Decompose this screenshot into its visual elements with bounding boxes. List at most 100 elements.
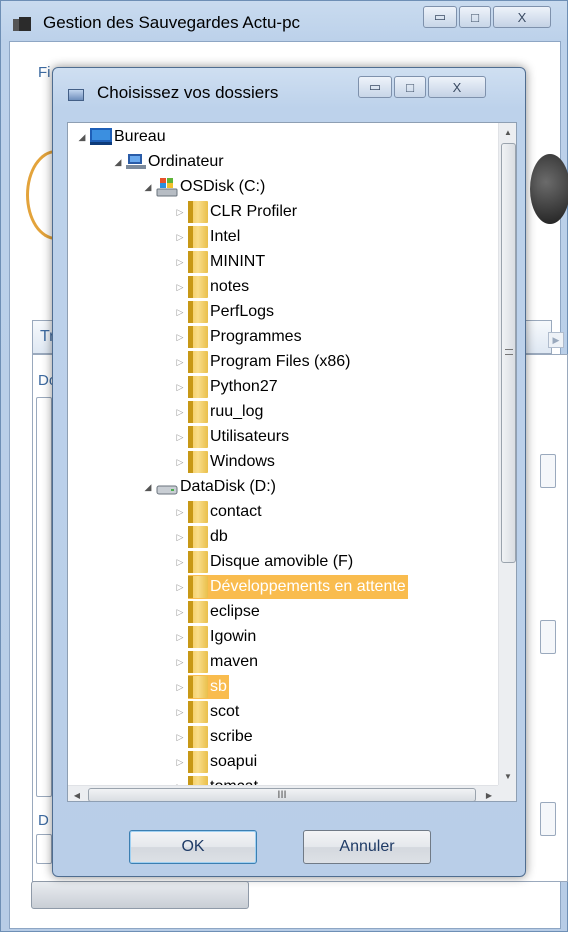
tree-item-folder[interactable]: ▷ Intel [172, 225, 240, 249]
selection-highlight: Développements en attente [188, 575, 408, 599]
collapsed-arrow-icon[interactable]: ▷ [172, 282, 188, 293]
tree-item-folder[interactable]: ▷ notes [172, 275, 249, 299]
scroll-left-icon[interactable]: ◀ [68, 786, 86, 801]
tree-label: contact [210, 503, 262, 520]
tree-item-folder[interactable]: ▷ Igowin [172, 625, 256, 649]
tree-label: Python27 [210, 378, 278, 395]
collapsed-arrow-icon[interactable]: ▷ [172, 732, 188, 743]
hard-drive-icon [156, 477, 178, 497]
horizontal-scrollbar[interactable]: ◀ III ▶ [68, 785, 498, 801]
scroll-up-icon[interactable]: ▲ [499, 123, 516, 141]
folder-icon [188, 251, 208, 273]
collapsed-arrow-icon[interactable]: ▷ [172, 682, 188, 693]
dialog-title: Choisissez vos dossiers [97, 83, 279, 102]
folder-icon [188, 601, 208, 623]
tree-item-folder[interactable]: ▷ ruu_log [172, 400, 263, 424]
folder-icon [188, 726, 208, 748]
collapsed-arrow-icon[interactable]: ▷ [172, 532, 188, 543]
tree-label: MININT [210, 253, 266, 270]
tree-item-folder-selected[interactable]: ▷ Développements en attente [172, 575, 408, 599]
main-minimize-button[interactable]: ▭ [423, 6, 457, 28]
tree-item-bureau[interactable]: ◢ Bureau [74, 125, 166, 149]
tree-item-folder[interactable]: ▷ scribe [172, 725, 253, 749]
dialog-maximize-button[interactable]: □ [394, 76, 426, 98]
grip-icon [505, 349, 513, 355]
collapsed-arrow-icon[interactable]: ▷ [172, 557, 188, 568]
tree-item-folder[interactable]: ▷ Utilisateurs [172, 425, 289, 449]
tree-label: sb [210, 678, 227, 695]
input-left[interactable] [36, 834, 52, 864]
windows-drive-icon [156, 177, 178, 197]
tree-item-folder[interactable]: ▷ db [172, 525, 228, 549]
folder-icon [188, 551, 208, 573]
tree-label: Igowin [210, 628, 257, 645]
collapsed-arrow-icon[interactable]: ▷ [172, 207, 188, 218]
tree-item-folder[interactable]: ▷ eclipse [172, 600, 260, 624]
dialog-minimize-button[interactable]: ▭ [358, 76, 392, 98]
horizontal-scroll-thumb[interactable]: III [88, 788, 476, 801]
folder-icon [188, 326, 208, 348]
expanded-arrow-icon[interactable]: ◢ [140, 182, 156, 193]
tree-item-folder[interactable]: ▷ CLR Profiler [172, 200, 297, 224]
collapsed-arrow-icon[interactable]: ▷ [172, 632, 188, 643]
tree-label: Programmes [210, 328, 302, 345]
tree-item-folder[interactable]: ▷ scot [172, 700, 239, 724]
collapsed-arrow-icon[interactable]: ▷ [172, 382, 188, 393]
folder-icon [188, 676, 208, 698]
tree-label: maven [210, 653, 259, 670]
tree-label: PerfLogs [210, 303, 275, 320]
tab-scroll-right-icon[interactable]: ▶ [548, 332, 564, 348]
main-window-title: Gestion des Sauvegardes Actu-pc [43, 13, 301, 32]
collapsed-arrow-icon[interactable]: ▷ [172, 257, 188, 268]
collapsed-arrow-icon[interactable]: ▷ [172, 432, 188, 443]
collapsed-arrow-icon[interactable]: ▷ [172, 307, 188, 318]
computer-icon [126, 152, 146, 172]
collapsed-arrow-icon[interactable]: ▷ [172, 357, 188, 368]
collapsed-arrow-icon[interactable]: ▷ [172, 507, 188, 518]
ok-button[interactable]: OK [129, 830, 257, 864]
side-button-1[interactable] [540, 454, 556, 488]
tree-item-folder[interactable]: ▷ Windows [172, 450, 275, 474]
collapsed-arrow-icon[interactable]: ▷ [172, 757, 188, 768]
collapsed-arrow-icon[interactable]: ▷ [172, 707, 188, 718]
tree-item-folder[interactable]: ▷ MININT [172, 250, 265, 274]
cancel-button[interactable]: Annuler [303, 830, 431, 864]
tree-item-folder[interactable]: ▷ soapui [172, 750, 257, 774]
dialog-close-button[interactable]: X [428, 76, 486, 98]
tree-item-datadisk[interactable]: ◢ DataDisk (D:) [140, 475, 276, 499]
tree-item-folder[interactable]: ▷ Disque amovible (F) [172, 550, 353, 574]
collapsed-arrow-icon[interactable]: ▷ [172, 657, 188, 668]
scroll-down-icon[interactable]: ▼ [499, 767, 516, 785]
expanded-arrow-icon[interactable]: ◢ [110, 157, 126, 168]
collapsed-arrow-icon[interactable]: ▷ [172, 457, 188, 468]
scroll-right-icon[interactable]: ▶ [480, 786, 498, 801]
menu-fichier[interactable]: Fi [38, 64, 51, 81]
main-close-button[interactable]: X [493, 6, 551, 28]
expanded-arrow-icon[interactable]: ◢ [140, 482, 156, 493]
tree-item-folder[interactable]: ▷ Program Files (x86) [172, 350, 350, 374]
tree-item-folder[interactable]: ▷ contact [172, 500, 262, 524]
tree-item-folder[interactable]: ▷ Programmes [172, 325, 302, 349]
tree-label: notes [210, 278, 250, 295]
side-button-2[interactable] [540, 620, 556, 654]
folder-icon [188, 426, 208, 448]
collapsed-arrow-icon[interactable]: ▷ [172, 607, 188, 618]
tree-item-osdisk[interactable]: ◢ OSDisk (C:) [140, 175, 265, 199]
vertical-scroll-thumb[interactable] [501, 143, 516, 563]
desktop-icon [90, 127, 112, 147]
collapsed-arrow-icon[interactable]: ▷ [172, 232, 188, 243]
tree-label: scribe [210, 728, 253, 745]
tree-item-folder[interactable]: ▷ maven [172, 650, 258, 674]
collapsed-arrow-icon[interactable]: ▷ [172, 582, 188, 593]
collapsed-arrow-icon[interactable]: ▷ [172, 332, 188, 343]
tree-item-folder[interactable]: ▷ PerfLogs [172, 300, 274, 324]
tree-item-folder[interactable]: ▷ Python27 [172, 375, 278, 399]
side-button-3[interactable] [540, 802, 556, 836]
tree-item-ordinateur[interactable]: ◢ Ordinateur [110, 150, 224, 174]
expanded-arrow-icon[interactable]: ◢ [74, 132, 90, 143]
main-maximize-button[interactable]: □ [459, 6, 491, 28]
folder-tree[interactable]: ◢ Bureau ◢ Ordinateur ◢ OSDisk (C:) ▷ CLR… [67, 122, 517, 802]
vertical-scrollbar[interactable]: ▲ ▼ [498, 123, 516, 785]
collapsed-arrow-icon[interactable]: ▷ [172, 407, 188, 418]
tree-item-folder-selected[interactable]: ▷ sb [172, 675, 229, 699]
